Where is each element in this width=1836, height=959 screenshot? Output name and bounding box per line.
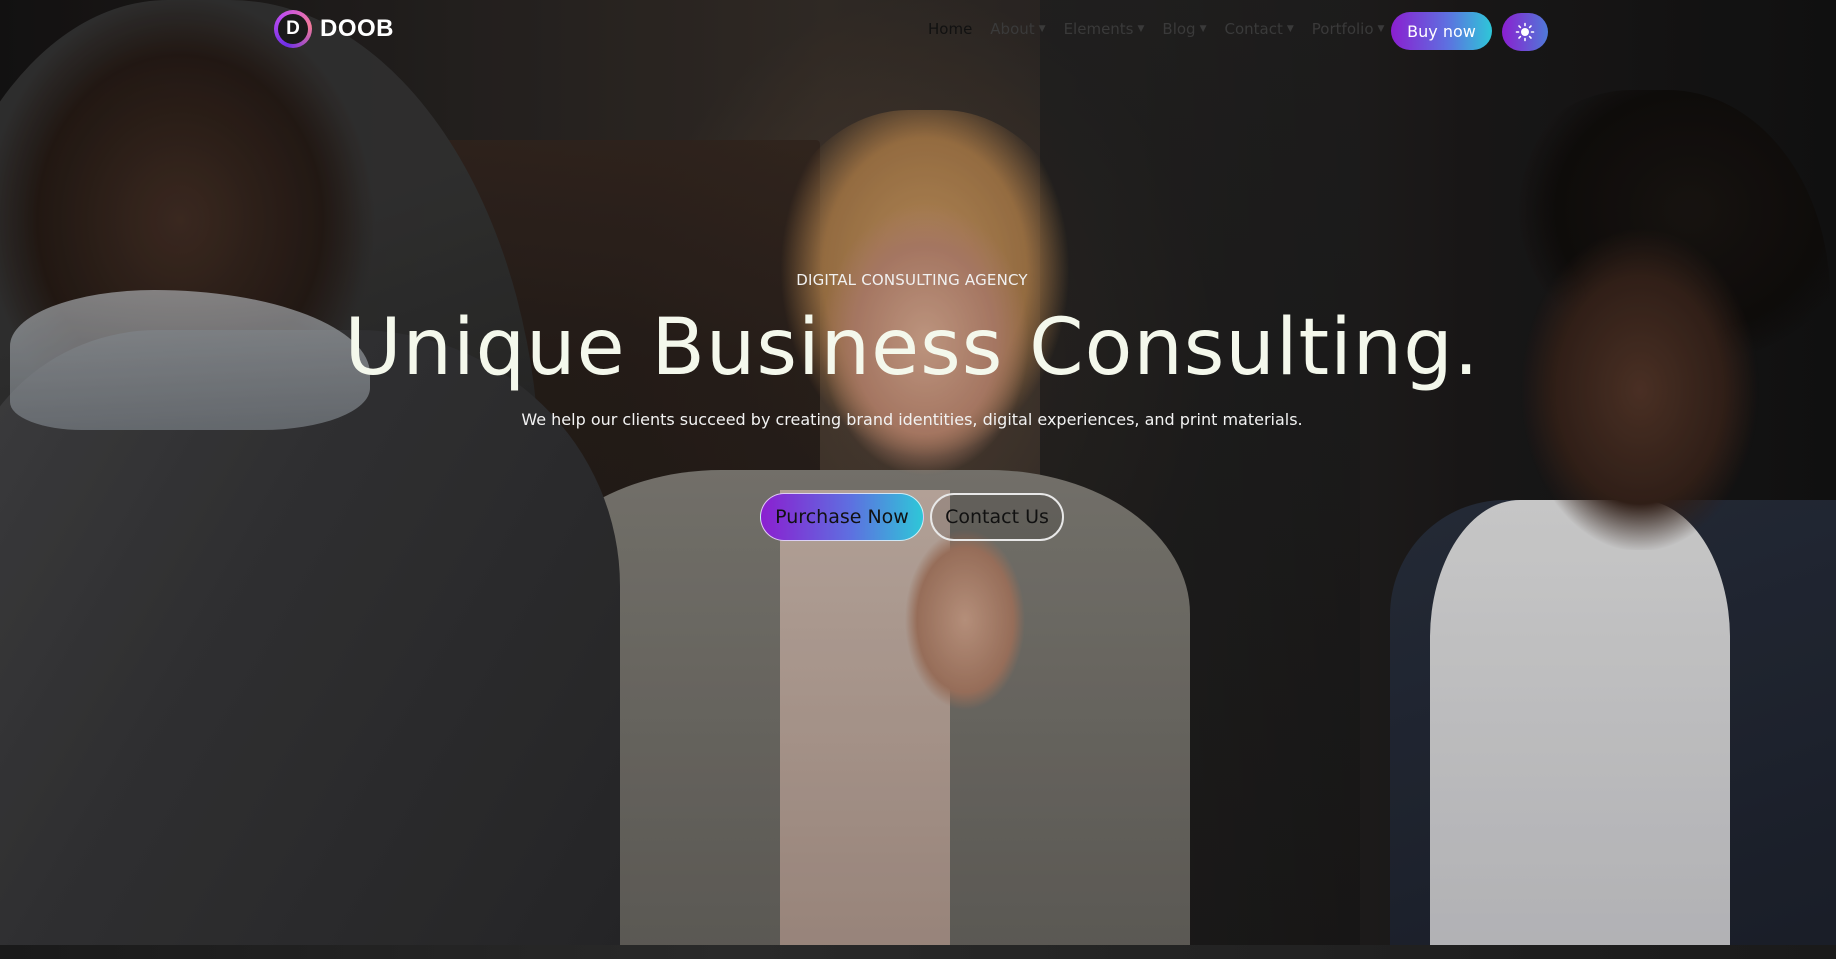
buy-now-button[interactable]: Buy now bbox=[1391, 12, 1492, 50]
site-header: D DOOB Home About ▼ Elements ▼ Blog ▼ Co… bbox=[0, 0, 1836, 64]
caret-down-icon: ▼ bbox=[1377, 24, 1385, 34]
nav-item-home[interactable]: Home bbox=[928, 20, 972, 38]
hero-title: Unique Business Consulting. bbox=[344, 303, 1480, 393]
theme-toggle-button[interactable] bbox=[1502, 13, 1548, 51]
nav-item-label: Elements bbox=[1063, 20, 1134, 38]
sun-icon bbox=[1515, 22, 1535, 42]
nav-item-contact[interactable]: Contact ▼ bbox=[1225, 20, 1294, 38]
purchase-now-button[interactable]: Purchase Now bbox=[760, 493, 924, 541]
logo-link[interactable]: D DOOB bbox=[274, 10, 394, 48]
caret-down-icon: ▼ bbox=[1199, 24, 1207, 34]
logo-icon: D bbox=[274, 10, 312, 48]
hero-content: DIGITAL CONSULTING AGENCY Unique Busines… bbox=[0, 0, 1836, 945]
main-nav: Home About ▼ Elements ▼ Blog ▼ Contact ▼… bbox=[928, 20, 1384, 38]
nav-item-label: About bbox=[990, 20, 1035, 38]
nav-item-about[interactable]: About ▼ bbox=[990, 20, 1045, 38]
nav-item-label: Home bbox=[928, 20, 973, 38]
nav-item-label: Blog bbox=[1162, 20, 1196, 38]
logo-letter: D bbox=[278, 14, 308, 44]
caret-down-icon: ▼ bbox=[1038, 24, 1046, 34]
hero-subtitle: We help our clients succeed by creating … bbox=[521, 410, 1303, 429]
caret-down-icon: ▼ bbox=[1286, 24, 1294, 34]
nav-item-label: Portfolio bbox=[1311, 20, 1374, 38]
brand-name: DOOB bbox=[320, 15, 394, 42]
hero-cta-group: Purchase Now Contact Us bbox=[760, 493, 1064, 541]
contact-us-button[interactable]: Contact Us bbox=[930, 493, 1064, 541]
caret-down-icon: ▼ bbox=[1137, 24, 1145, 34]
nav-item-portfolio[interactable]: Portfolio ▼ bbox=[1312, 20, 1385, 38]
nav-item-label: Contact bbox=[1224, 20, 1283, 38]
nav-item-blog[interactable]: Blog ▼ bbox=[1162, 20, 1206, 38]
hero-kicker: DIGITAL CONSULTING AGENCY bbox=[796, 271, 1028, 289]
nav-item-elements[interactable]: Elements ▼ bbox=[1064, 20, 1145, 38]
next-section-edge bbox=[0, 945, 1836, 959]
